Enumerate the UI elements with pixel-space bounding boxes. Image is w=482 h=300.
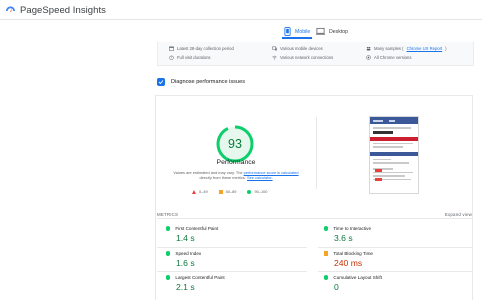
metrics-divider (157, 218, 472, 219)
top-bar: PageSpeed Insights (0, 0, 482, 20)
page-screenshot-thumbnail[interactable] (369, 116, 419, 194)
calendar-icon (169, 46, 174, 51)
info-visit-durations: Full visit durations (169, 55, 211, 60)
triangle-icon (192, 189, 196, 194)
brand[interactable]: PageSpeed Insights (5, 4, 106, 16)
wifi-icon (272, 55, 277, 60)
tab-desktop[interactable]: Desktop (316, 24, 348, 39)
metric-fcp-value: 1.4 s (176, 233, 195, 243)
good-dot-icon (166, 251, 171, 256)
pagespeed-logo-icon (5, 5, 16, 12)
info-collection-period: Latest 28-day collection period (169, 46, 234, 51)
field-data-info: Latest 28-day collection period Various … (157, 42, 474, 66)
metric-lcp: Largest Contentful Paint 2.1 s (166, 275, 316, 292)
circle-icon (247, 189, 252, 194)
check-icon (158, 80, 164, 85)
metric-lcp-value: 2.1 s (176, 282, 195, 292)
performance-panel (155, 95, 473, 300)
tab-active-indicator (282, 37, 312, 39)
metrics-header: METRICS Expand view (157, 212, 472, 217)
metrics-title: METRICS (157, 212, 179, 217)
info-network: Various network connections (272, 55, 333, 60)
legend-average: 50–89 (218, 189, 236, 194)
checkbox-icon[interactable] (157, 78, 165, 86)
metric-tbt: Total Blocking Time 240 ms (324, 251, 474, 268)
metric-si: Speed Index 1.6 s (166, 251, 316, 268)
people-icon (366, 46, 371, 51)
square-icon (218, 189, 223, 194)
metric-tti: Time to Interactive 3.6 s (324, 226, 474, 243)
legend-good: 90–100 (247, 189, 267, 194)
info-samples: Many samples (Chrome UX Report) (366, 46, 447, 51)
panel-divider (316, 117, 317, 189)
chrome-ux-report-link[interactable]: Chrome UX Report (407, 46, 443, 51)
average-square-icon (324, 251, 329, 256)
info-devices: Various mobile devices (272, 46, 323, 51)
metric-tti-value: 3.6 s (334, 233, 353, 243)
diagnose-title: Diagnose performance issues (171, 79, 245, 85)
phone-icon (284, 27, 291, 36)
desktop-icon (316, 27, 325, 35)
performance-label: Performance (216, 159, 256, 166)
see-calculator-link[interactable]: See calculator. (247, 175, 273, 180)
metric-cls-value: 0 (334, 282, 339, 292)
good-dot-icon (166, 226, 171, 231)
device-tabs: Mobile Desktop (0, 21, 482, 41)
expand-view-button[interactable]: Expand view (445, 212, 472, 217)
score-legend: 0–49 50–89 90–100 (192, 189, 267, 194)
metric-fcp: First Contentful Paint 1.4 s (166, 226, 316, 243)
tab-mobile-label: Mobile (295, 28, 311, 35)
good-dot-icon (166, 275, 171, 280)
chrome-icon (366, 55, 371, 60)
metric-cls: Cumulative Layout Shift 0 (324, 275, 474, 292)
performance-description: Values are estimated and may vary. The p… (173, 170, 299, 181)
good-dot-icon (324, 226, 329, 231)
metric-tbt-value: 240 ms (334, 258, 363, 268)
diagnose-section-header: Diagnose performance issues (157, 78, 245, 86)
legend-poor: 0–49 (192, 189, 208, 194)
timer-icon (169, 55, 174, 60)
tab-desktop-label: Desktop (329, 28, 349, 35)
app-title: PageSpeed Insights (20, 4, 106, 16)
devices-icon (272, 46, 277, 51)
metric-si-value: 1.6 s (176, 258, 195, 268)
info-chrome-versions: All Chrome versions (366, 55, 411, 60)
good-dot-icon (324, 275, 329, 280)
